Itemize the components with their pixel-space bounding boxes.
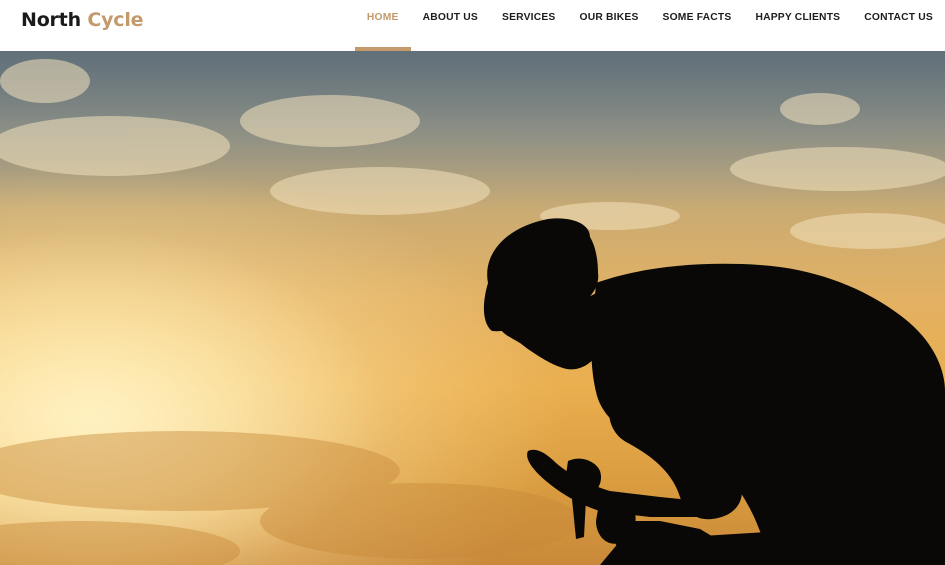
nav-item-some-facts[interactable]: SOME FACTS	[651, 0, 744, 51]
nav-link-contact-us[interactable]: CONTACT US	[864, 12, 933, 24]
main-nav-menu: HOME ABOUT US SERVICES OUR BIKES SOME FA…	[354, 0, 945, 51]
nav-link-home[interactable]: HOME	[367, 12, 399, 24]
nav-link-about-us[interactable]: ABOUT US	[423, 12, 478, 24]
nav-link-some-facts[interactable]: SOME FACTS	[663, 12, 732, 24]
hero-banner	[0, 51, 945, 565]
nav-item-about-us[interactable]: ABOUT US	[411, 0, 490, 51]
hero-image-cyclist-silhouette	[0, 51, 945, 565]
nav-item-our-bikes[interactable]: OUR BIKES	[568, 0, 651, 51]
nav-link-services[interactable]: SERVICES	[502, 12, 556, 24]
nav-item-services[interactable]: SERVICES	[490, 0, 568, 51]
site-logo[interactable]: North Cycle	[21, 6, 144, 34]
nav-item-contact-us[interactable]: CONTACT US	[852, 0, 945, 51]
nav-item-happy-clients[interactable]: HAPPY CLIENTS	[743, 0, 852, 51]
nav-link-happy-clients[interactable]: HAPPY CLIENTS	[755, 12, 840, 24]
logo-text-cycle: Cycle	[87, 9, 144, 31]
nav-item-home[interactable]: HOME	[354, 0, 411, 51]
logo-text-north: North	[21, 9, 81, 31]
top-navbar: North Cycle HOME ABOUT US SERVICES OUR B…	[0, 0, 945, 51]
nav-link-our-bikes[interactable]: OUR BIKES	[580, 12, 639, 24]
